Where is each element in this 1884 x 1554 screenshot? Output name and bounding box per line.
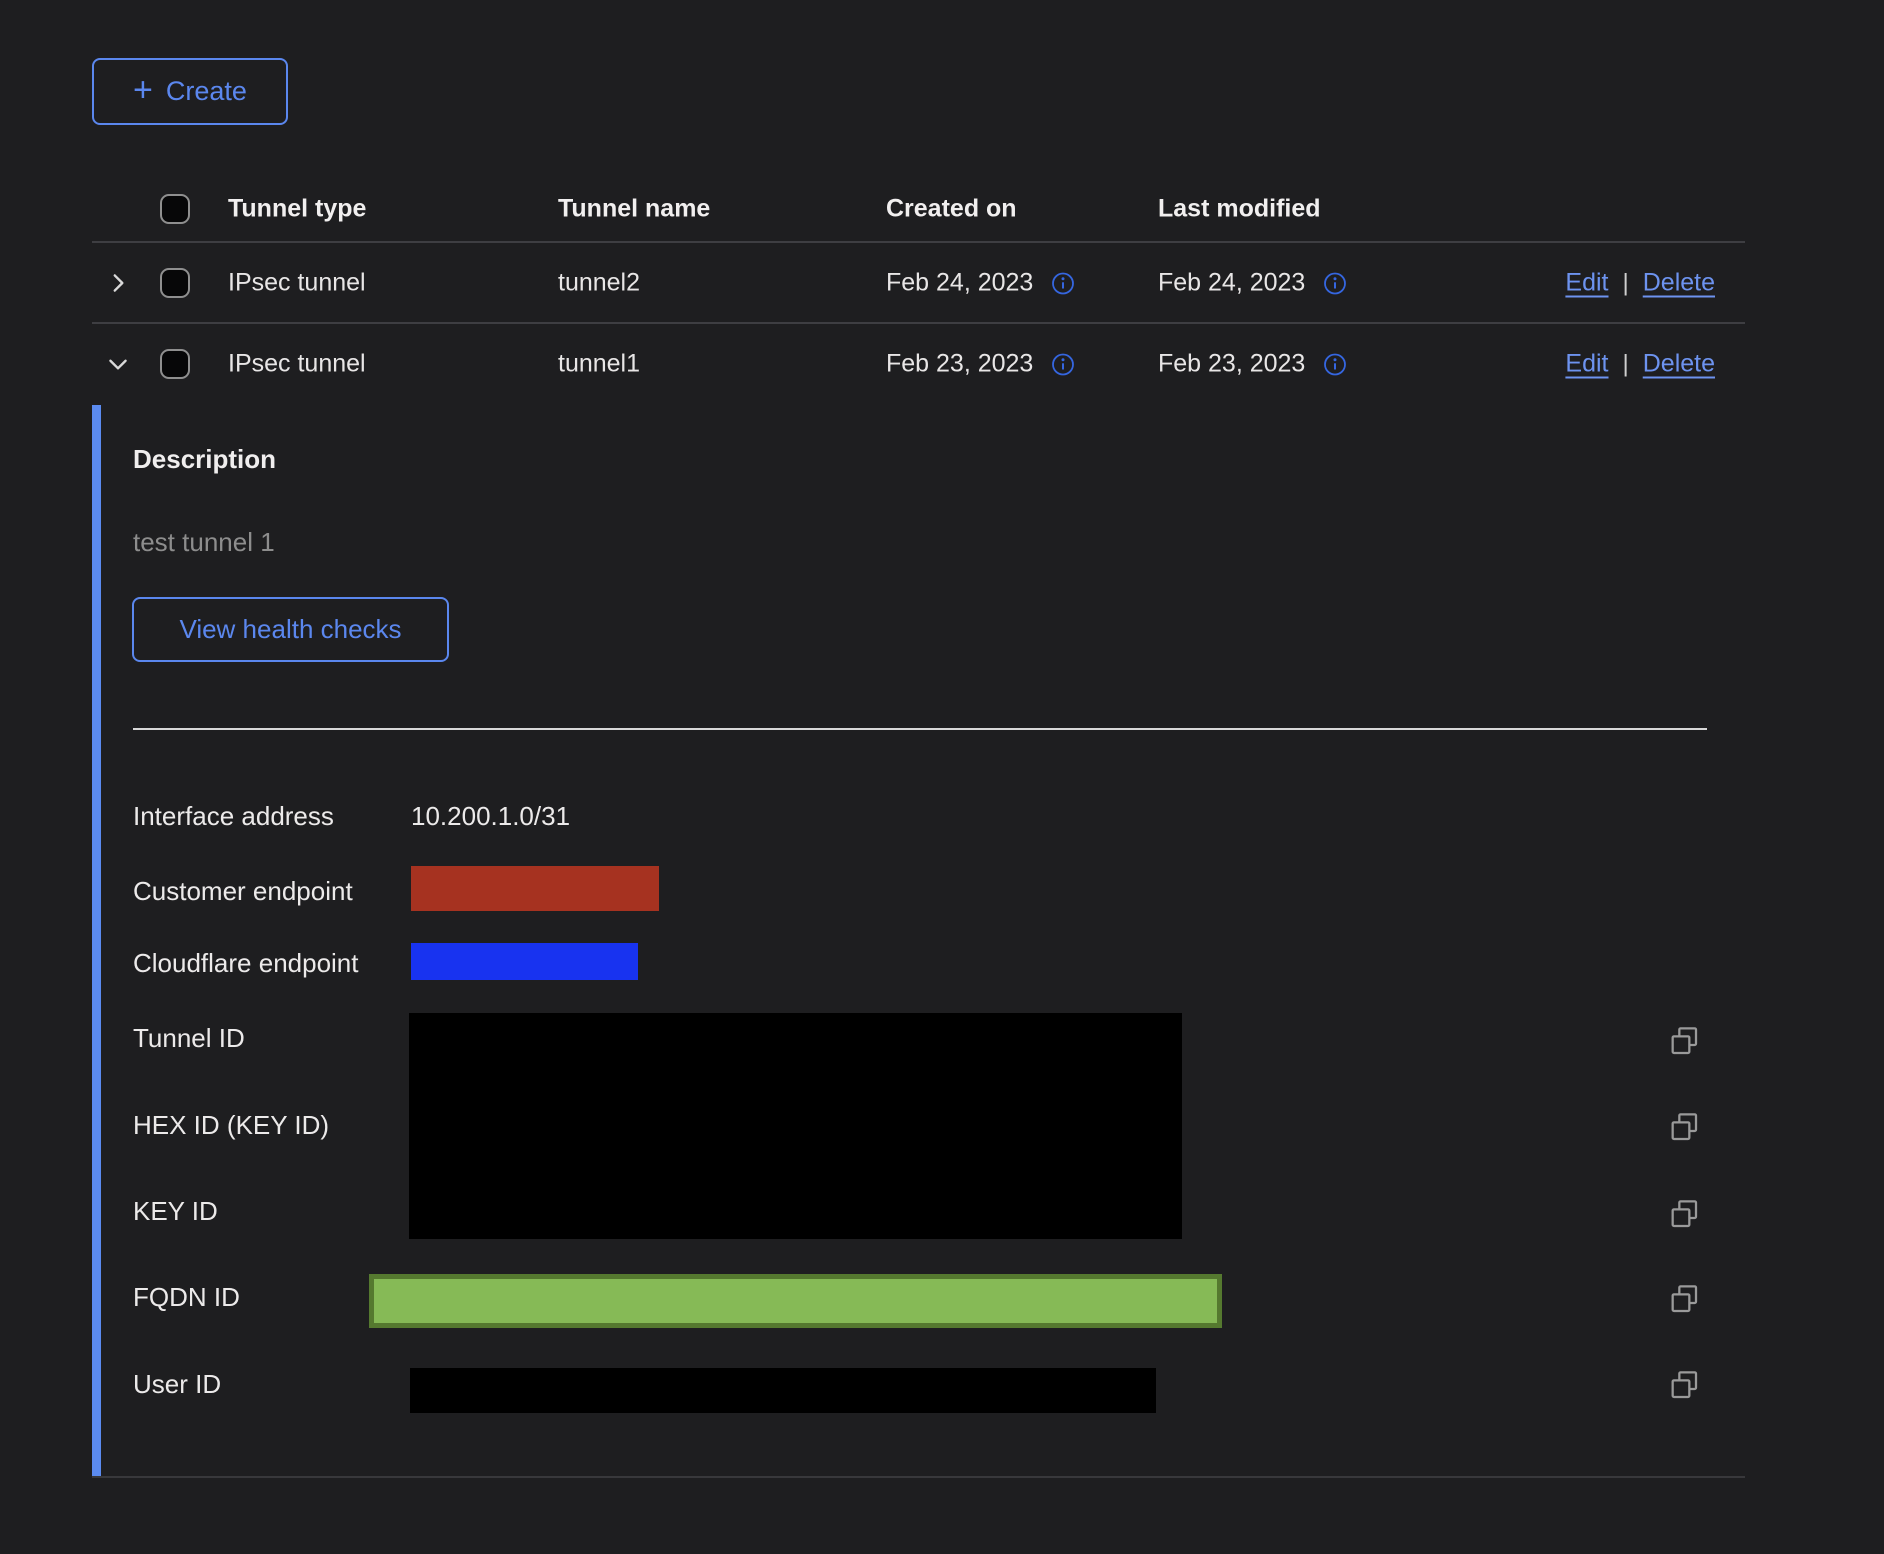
interface-address-value: 10.200.1.0/31 (411, 802, 570, 830)
table-row: IPsec tunnel tunnel1 Feb 23, 2023 Feb 23… (92, 323, 1745, 405)
info-icon[interactable] (1323, 271, 1347, 295)
cloudflare-endpoint-label: Cloudflare endpoint (133, 949, 359, 977)
user-id-label: User ID (133, 1370, 221, 1398)
last-modified-value: Feb 23, 2023 (1158, 350, 1305, 379)
select-all-checkbox[interactable] (160, 194, 190, 224)
copy-icon[interactable] (1668, 1025, 1700, 1057)
copy-icon[interactable] (1668, 1111, 1700, 1143)
description-value: test tunnel 1 (133, 527, 275, 558)
plus-icon: + (133, 73, 153, 107)
created-on-value: Feb 24, 2023 (886, 269, 1033, 298)
column-header-last-modified: Last modified (1158, 195, 1321, 224)
last-modified-value: Feb 24, 2023 (1158, 269, 1305, 298)
user-id-redacted-value (410, 1368, 1156, 1413)
row-checkbox[interactable] (160, 349, 190, 379)
chevron-down-icon (105, 351, 131, 377)
key-id-label: KEY ID (133, 1197, 218, 1225)
edit-link[interactable]: Edit (1565, 269, 1608, 298)
panel-bottom-divider (92, 1476, 1745, 1478)
action-separator: | (1623, 350, 1629, 378)
tunnel-id-label: Tunnel ID (133, 1024, 245, 1052)
fqdn-id-redacted-value (369, 1274, 1222, 1328)
info-icon[interactable] (1051, 352, 1075, 376)
hex-id-label: HEX ID (KEY ID) (133, 1111, 329, 1139)
customer-endpoint-redacted-value (411, 866, 659, 911)
page: + Create Tunnel type Tunnel name Created… (0, 0, 1884, 1554)
description-label: Description (133, 444, 276, 475)
edit-link[interactable]: Edit (1565, 350, 1608, 379)
column-header-created-on: Created on (886, 195, 1017, 224)
expanded-row-indicator-bar (92, 405, 101, 1477)
create-button[interactable]: + Create (92, 58, 288, 125)
view-health-checks-button[interactable]: View health checks (132, 597, 449, 662)
customer-endpoint-label: Customer endpoint (133, 877, 353, 905)
column-header-tunnel-name: Tunnel name (558, 195, 710, 224)
info-icon[interactable] (1051, 271, 1075, 295)
created-on-value: Feb 23, 2023 (886, 350, 1033, 379)
cloudflare-endpoint-redacted-value (411, 943, 638, 980)
row-checkbox[interactable] (160, 268, 190, 298)
delete-link[interactable]: Delete (1643, 350, 1715, 379)
copy-icon[interactable] (1668, 1369, 1700, 1401)
copy-icon[interactable] (1668, 1283, 1700, 1315)
expand-row-button[interactable] (104, 269, 132, 297)
fqdn-id-label: FQDN ID (133, 1283, 240, 1311)
create-button-label: Create (166, 76, 247, 107)
chevron-right-icon (105, 270, 131, 296)
delete-link[interactable]: Delete (1643, 269, 1715, 298)
tunnel-name-value: tunnel1 (558, 350, 640, 379)
tunnel-type-value: IPsec tunnel (228, 269, 366, 298)
action-separator: | (1623, 269, 1629, 297)
interface-address-label: Interface address (133, 802, 334, 830)
details-divider (133, 728, 1707, 730)
ids-redacted-value (409, 1013, 1182, 1239)
tunnel-type-value: IPsec tunnel (228, 350, 366, 379)
collapse-row-button[interactable] (104, 350, 132, 378)
table-header-row: Tunnel type Tunnel name Created on Last … (92, 175, 1745, 243)
column-header-tunnel-type: Tunnel type (228, 195, 366, 224)
table-row: IPsec tunnel tunnel2 Feb 24, 2023 Feb 24… (92, 243, 1745, 323)
info-icon[interactable] (1323, 352, 1347, 376)
copy-icon[interactable] (1668, 1198, 1700, 1230)
tunnel-name-value: tunnel2 (558, 269, 640, 298)
